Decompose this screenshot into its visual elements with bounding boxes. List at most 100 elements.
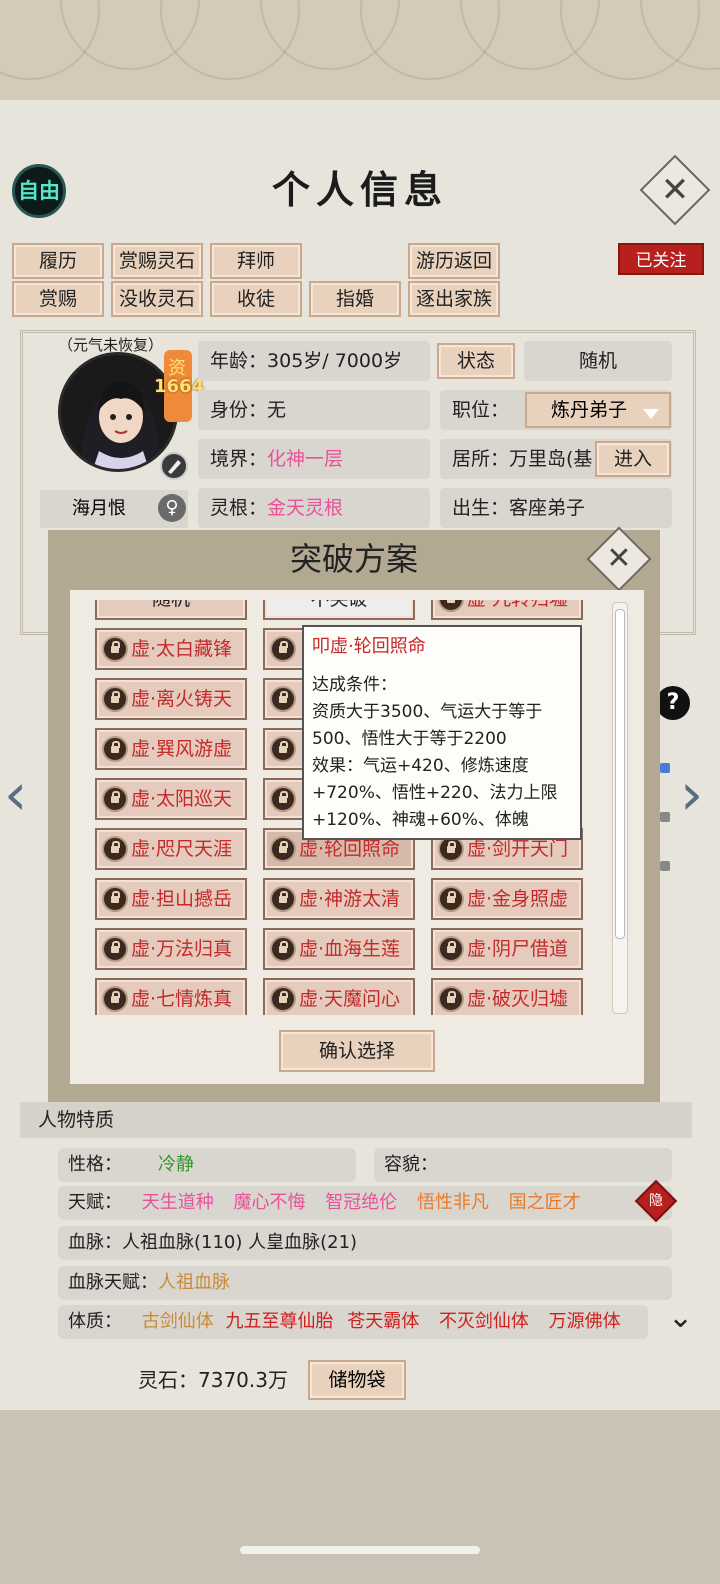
random-plan-button[interactable]: 随机 [95, 600, 247, 620]
physique-item[interactable]: 苍天霸体 [347, 1311, 419, 1332]
plan-button[interactable]: 虚·破灭归墟 [431, 978, 583, 1015]
right-arrow-icon[interactable]: › [680, 760, 703, 828]
position-label: 职位： [452, 399, 510, 421]
travel-return-button[interactable]: 游历返回 [408, 243, 500, 279]
lock-icon [438, 600, 464, 612]
talent-item[interactable]: 国之匠才 [509, 1192, 581, 1213]
lock-icon [102, 736, 128, 762]
no-breakthrough-button[interactable]: 不突破 [263, 600, 415, 620]
looks-label: 容貌： [384, 1154, 438, 1175]
plan-label: 虚·剑开天门 [467, 838, 569, 860]
bloodline-talent-row: 血脉天赋：人祖血脉 [58, 1266, 672, 1300]
confiscate-stones-button[interactable]: 没收灵石 [111, 281, 203, 317]
plan-button[interactable]: 虚·担山撼岳 [95, 878, 247, 920]
lock-icon [102, 686, 128, 712]
plan-button[interactable]: 虚·九转归墟 [431, 600, 583, 620]
hide-label: 隐 [649, 1193, 663, 1209]
help-icon[interactable]: ? [656, 686, 690, 720]
confirm-button[interactable]: 确认选择 [279, 1030, 435, 1072]
toggle-indicator[interactable] [660, 861, 670, 871]
plan-button[interactable]: 虚·金身照虚 [431, 878, 583, 920]
physique-label: 体质： [68, 1311, 122, 1332]
storage-bag-button[interactable]: 储物袋 [308, 1360, 406, 1400]
traits-section-title: 人物特质 [20, 1102, 692, 1138]
talent-item[interactable]: 智冠绝伦 [325, 1192, 397, 1213]
plan-label: 虚·太阳巡天 [131, 788, 233, 810]
plan-button[interactable]: 虚·巽风游虚 [95, 728, 247, 770]
lock-icon [438, 886, 464, 912]
realm-label: 境界： [210, 448, 268, 470]
plan-button[interactable]: 虚·太阳巡天 [95, 778, 247, 820]
plan-label: 虚·太白藏锋 [131, 638, 233, 660]
bloodline-row: 血脉：人祖血脉(110) 人皇血脉(21) [58, 1226, 672, 1260]
plan-button[interactable]: 虚·万法归真 [95, 928, 247, 970]
lock-icon [270, 686, 296, 712]
plan-label: 虚·阴尸借道 [467, 938, 569, 960]
lock-icon [102, 886, 128, 912]
physique-item[interactable]: 九五至尊仙胎 [225, 1311, 333, 1332]
arrange-marriage-button[interactable]: 指婚 [309, 281, 401, 317]
physique-item[interactable]: 不灭剑仙体 [439, 1311, 529, 1332]
plan-button[interactable]: 虚·天魔问心 [263, 978, 415, 1015]
left-arrow-icon[interactable]: ‹ [4, 760, 27, 828]
plan-button[interactable]: 虚·阴尸借道 [431, 928, 583, 970]
history-button[interactable]: 履历 [12, 243, 104, 279]
modal-title: 突破方案 [289, 540, 418, 578]
plan-button[interactable]: 虚·七情炼真 [95, 978, 247, 1015]
female-icon: ♀ [158, 494, 186, 522]
aptitude-value: 1664 [154, 376, 205, 397]
bloodline-value: 人祖血脉(110) 人皇血脉(21) [122, 1232, 358, 1253]
talent-item[interactable]: 悟性非凡 [417, 1192, 489, 1213]
plan-label: 虚·金身照虚 [467, 888, 569, 910]
plan-label: 虚·九转归墟 [467, 600, 568, 610]
apprentice-button[interactable]: 拜师 [210, 243, 302, 279]
expand-chevron-icon[interactable]: ⌄ [668, 1300, 693, 1335]
status-button[interactable]: 状态 [437, 343, 515, 379]
toggle-indicator[interactable] [660, 812, 670, 822]
lock-icon [270, 636, 296, 662]
plan-label: 虚·咫尺天涯 [131, 838, 233, 860]
plan-label: 虚·血海生莲 [299, 938, 401, 960]
reward-button[interactable]: 赏赐 [12, 281, 104, 317]
talent-item[interactable]: 天生道种 [142, 1192, 214, 1213]
position-value: 炼丹弟子 [551, 399, 628, 421]
plan-button[interactable]: 虚·太白藏锋 [95, 628, 247, 670]
position-select[interactable]: 炼丹弟子 [525, 392, 671, 428]
random-button[interactable]: 随机 [524, 341, 672, 381]
talent-item[interactable]: 魔心不悔 [233, 1192, 305, 1213]
top-background [0, 0, 720, 100]
take-disciple-button[interactable]: 收徒 [210, 281, 302, 317]
spirit-root-value: 金天灵根 [267, 497, 344, 519]
personality-label: 性格： [68, 1154, 122, 1175]
scrollbar-thumb[interactable] [615, 609, 625, 939]
plan-scrollbar[interactable] [612, 602, 628, 1014]
lock-icon [102, 636, 128, 662]
lock-icon [270, 886, 296, 912]
talent-row: 天赋： 天生道种 魔心不悔 智冠绝伦 悟性非凡 国之匠才 [58, 1186, 672, 1220]
physique-row: 体质： 古剑仙体 九五至尊仙胎 苍天霸体 不灭剑仙体 万源佛体 [58, 1305, 648, 1339]
residence-label: 居所： [452, 448, 510, 470]
toggle-indicator[interactable] [660, 763, 670, 773]
plan-button[interactable]: 虚·血海生莲 [263, 928, 415, 970]
plan-button[interactable]: 虚·离火铸天 [95, 678, 247, 720]
chevron-down-icon [643, 409, 659, 419]
physique-item[interactable]: 万源佛体 [549, 1311, 621, 1332]
followed-badge[interactable]: 已关注 [618, 243, 704, 275]
bloodline-talent-value[interactable]: 人祖血脉 [158, 1272, 230, 1293]
expel-button[interactable]: 逐出家族 [408, 281, 500, 317]
lock-icon [270, 786, 296, 812]
residence-value: 万里岛(基 [509, 448, 593, 470]
lock-icon [438, 986, 464, 1012]
edit-icon[interactable] [160, 452, 188, 480]
close-icon: ✕ [606, 541, 632, 576]
avatar[interactable] [58, 352, 178, 472]
physique-item[interactable]: 古剑仙体 [142, 1311, 214, 1332]
tooltip-condition: 资质大于3500、气运大于等于500、悟性大于等于2200 [312, 702, 543, 749]
plan-button[interactable]: 虚·神游太清 [263, 878, 415, 920]
reward-stones-button[interactable]: 赏赐灵石 [111, 243, 203, 279]
home-indicator[interactable] [240, 1546, 480, 1554]
enter-button[interactable]: 进入 [595, 441, 671, 477]
plan-button[interactable]: 虚·咫尺天涯 [95, 828, 247, 870]
lock-icon [270, 986, 296, 1012]
plan-label: 虚·轮回照命 [299, 838, 401, 860]
